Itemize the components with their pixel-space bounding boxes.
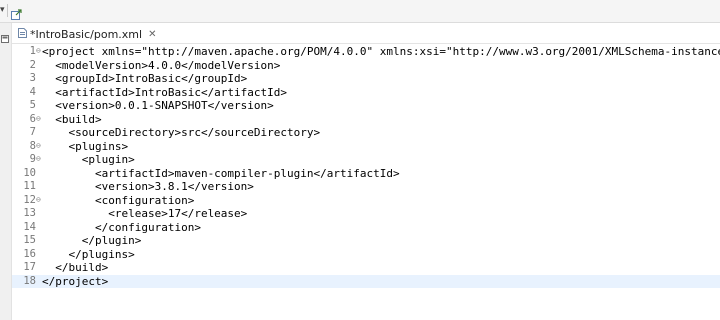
left-sidebar (0, 23, 12, 320)
toolbar-separator (7, 4, 8, 17)
code-text: <artifactId>IntroBasic</artifactId> (42, 85, 288, 99)
code-text: </plugin> (42, 234, 142, 247)
code-text: </project> (42, 274, 109, 288)
code-text: <build> (42, 112, 102, 126)
code-text: <plugins> (42, 139, 129, 153)
code-text: <release>17</release> (42, 207, 248, 220)
line-number: 8 (29, 139, 36, 152)
line-number: 12 (23, 193, 36, 206)
line-number: 15 (23, 234, 36, 246)
code-line[interactable]: 5 <version>0.0.1-SNAPSHOT</version> (12, 99, 720, 113)
tab-pom-xml[interactable]: *IntroBasic/pom.xml ✕ (16, 25, 161, 43)
code-text: <version>3.8.1</version> (42, 180, 254, 193)
line-number: 1 (29, 45, 36, 57)
code-line[interactable]: 2 <modelVersion>4.0.0</modelVersion> (12, 59, 720, 73)
code-line[interactable]: 17 </build> (12, 261, 720, 275)
menu-chevron-down-icon[interactable]: ▾ (0, 5, 5, 15)
code-line[interactable]: 10 <artifactId>maven-compiler-plugin</ar… (12, 167, 720, 181)
external-link-icon[interactable] (11, 5, 22, 24)
code-text: <version>0.0.1-SNAPSHOT</version> (42, 99, 274, 112)
line-number: 16 (23, 247, 36, 260)
code-text: <sourceDirectory>src</sourceDirectory> (42, 126, 321, 139)
editor-tab-bar: *IntroBasic/pom.xml ✕ (12, 23, 720, 44)
code-line[interactable]: 6 ⊖ <build> (12, 113, 720, 127)
code-text: <modelVersion>4.0.0</modelVersion> (42, 58, 281, 72)
code-text: <project xmlns="http://maven.apache.org/… (42, 45, 720, 58)
code-text: </configuration> (42, 220, 201, 234)
code-line[interactable]: 11 <version>3.8.1</version> (12, 180, 720, 194)
line-number: 5 (29, 99, 36, 111)
code-line[interactable]: 18 </project> (12, 274, 720, 288)
code-line[interactable]: 15 </plugin> (12, 234, 720, 248)
code-line[interactable]: 7 <sourceDirectory>src</sourceDirectory> (12, 126, 720, 140)
line-number: 4 (29, 85, 36, 98)
code-editor[interactable]: 1 ⊖ <project xmlns="http://maven.apache.or… (12, 44, 720, 320)
code-text: <artifactId>maven-compiler-plugin</artif… (42, 166, 400, 180)
line-number: 17 (23, 261, 36, 273)
code-line[interactable]: 13 <release>17</release> (12, 207, 720, 221)
code-text: <configuration> (42, 193, 195, 207)
code-text: </build> (42, 261, 109, 274)
xml-file-icon (18, 27, 27, 41)
code-line[interactable]: 8 ⊖ <plugins> (12, 140, 720, 154)
code-line[interactable]: 16 </plugins> (12, 248, 720, 262)
code-text: <groupId>IntroBasic</groupId> (42, 72, 248, 85)
code-line[interactable]: 3 <groupId>IntroBasic</groupId> (12, 72, 720, 86)
line-number: 13 (23, 207, 36, 219)
code-text: </plugins> (42, 247, 135, 261)
code-text: <plugin> (42, 153, 135, 166)
line-number: 9 (29, 153, 36, 165)
line-number: 18 (23, 274, 36, 287)
line-number: 2 (29, 58, 36, 71)
code-line[interactable]: 1 ⊖ <project xmlns="http://maven.apache.or… (12, 45, 720, 59)
minimize-icon[interactable] (1, 28, 9, 47)
close-icon[interactable]: ✕ (148, 29, 156, 40)
line-number: 10 (23, 166, 36, 179)
code-line[interactable]: 12 ⊖ <configuration> (12, 194, 720, 208)
line-number: 3 (29, 72, 36, 84)
line-number: 14 (23, 220, 36, 233)
main-toolbar: ▾ (0, 0, 720, 23)
code-line[interactable]: 14 </configuration> (12, 221, 720, 235)
line-number: 7 (29, 126, 36, 138)
line-number: 6 (29, 112, 36, 125)
tab-title: *IntroBasic/pom.xml (30, 27, 143, 41)
line-number: 11 (23, 180, 36, 192)
code-line[interactable]: 9 ⊖ <plugin> (12, 153, 720, 167)
code-line[interactable]: 4 <artifactId>IntroBasic</artifactId> (12, 86, 720, 100)
